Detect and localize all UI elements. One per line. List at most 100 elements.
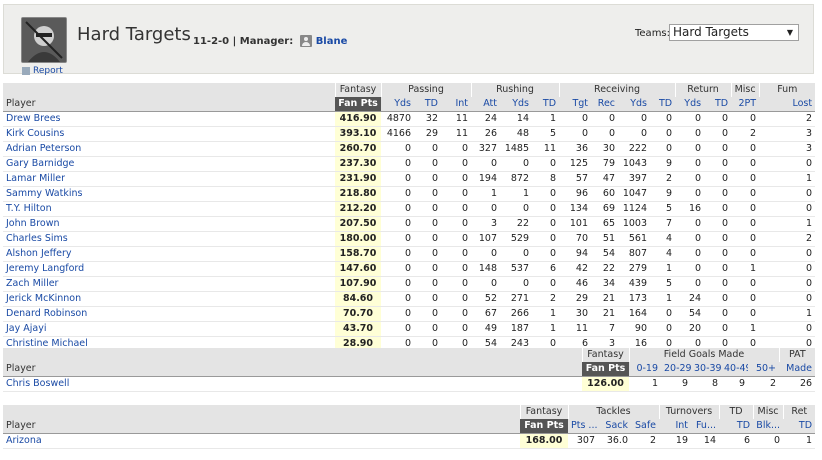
stat-cell: 57 xyxy=(559,171,592,187)
col-ret-td[interactable]: TD xyxy=(704,97,732,112)
defense-group-ret: Ret xyxy=(782,405,816,419)
col-fg-50-plus[interactable]: 50+ xyxy=(748,362,780,377)
stat-cell: 30 xyxy=(591,141,619,157)
col-td[interactable]: TD xyxy=(719,419,754,434)
col-rush-yds[interactable]: Yds xyxy=(500,97,533,112)
player-link[interactable]: Drew Brees xyxy=(3,111,335,127)
col-safe[interactable]: Safe xyxy=(631,419,660,434)
stat-cell: 2 xyxy=(731,126,760,142)
col-rec-yds[interactable]: Yds xyxy=(618,97,651,112)
col-ret-td[interactable]: TD xyxy=(783,419,816,434)
manager-link[interactable]: Blane xyxy=(316,36,348,47)
col-rec-tgt[interactable]: Tgt xyxy=(559,97,592,112)
player-link[interactable]: Kirk Cousins xyxy=(3,126,335,142)
table-row: T.Y. Hilton 212.20 0 0 0 0 0 0 134 69 1124 5 16 0 0 0 xyxy=(3,201,816,217)
stat-cell: 0 xyxy=(650,111,676,127)
stat-cell: 0 xyxy=(731,186,760,202)
col-pass-int[interactable]: Int xyxy=(441,97,472,112)
col-rush-td[interactable]: TD xyxy=(532,97,560,112)
col-pass-yds[interactable]: Yds xyxy=(381,97,414,112)
player-link[interactable]: Sammy Watkins xyxy=(3,186,335,202)
stat-cell: 0 xyxy=(441,231,472,247)
player-link[interactable]: Adrian Peterson xyxy=(3,141,335,157)
player-link[interactable]: John Brown xyxy=(3,216,335,232)
kicker-group-fgm: Field Goals Made xyxy=(628,348,780,362)
col-int[interactable]: Int xyxy=(659,419,692,434)
stat-cell: 0 xyxy=(414,231,441,247)
stat-cell: 872 xyxy=(500,171,533,187)
player-link[interactable]: Charles Sims xyxy=(3,231,335,247)
player-link[interactable]: Alshon Jeffery xyxy=(3,246,335,262)
stat-cell: 0 xyxy=(532,216,560,232)
player-link[interactable]: Jerick McKinnon xyxy=(3,291,335,307)
stat-cell: 0 xyxy=(441,141,472,157)
stat-cell: 69 xyxy=(591,201,619,217)
player-link[interactable]: T.Y. Hilton xyxy=(3,201,335,217)
col-player[interactable]: Player xyxy=(3,362,582,377)
player-link[interactable]: Zach Miller xyxy=(3,276,335,292)
stat-cell: 0 xyxy=(441,321,472,337)
stat-cell: 0 xyxy=(675,186,705,202)
col-misc-2pt[interactable]: 2PT xyxy=(731,97,760,112)
player-link[interactable]: Jeremy Langford xyxy=(3,261,335,277)
col-pts-allowed[interactable]: Pts ... xyxy=(568,419,598,434)
stat-cell: 1047 xyxy=(618,186,651,202)
player-link[interactable]: Gary Barnidge xyxy=(3,156,335,172)
stat-cell: 0 xyxy=(675,231,705,247)
col-sack[interactable]: Sack xyxy=(598,419,631,434)
stat-cell: 96 xyxy=(559,186,592,202)
col-fg-40-49[interactable]: 40-49 xyxy=(721,362,748,377)
offense-group-fum: Fum xyxy=(758,83,816,97)
team-header: Hard Targets 11-2-0 | Manager: Blane Rep… xyxy=(3,4,814,76)
stat-cell: 0 xyxy=(414,306,441,322)
col-player[interactable]: Player xyxy=(3,97,335,112)
col-fum-lost[interactable]: Lost xyxy=(759,97,816,112)
col-pass-td[interactable]: TD xyxy=(414,97,441,112)
table-row: Drew Brees 416.90 4870 32 11 24 14 1 0 0 0 0 0 0 0 2 xyxy=(3,111,816,127)
defense-column-headers: Player Fan Pts Pts ... Sack Safe Int Fu.… xyxy=(3,419,816,434)
col-fan-pts[interactable]: Fan Pts xyxy=(335,97,381,112)
stat-cell: 0 xyxy=(675,216,705,232)
col-rec-td[interactable]: TD xyxy=(650,97,676,112)
col-ret-yds[interactable]: Yds xyxy=(675,97,705,112)
col-fg-0-19[interactable]: 0-19 xyxy=(629,362,661,377)
stat-cell: 279 xyxy=(618,261,651,277)
manager-icon xyxy=(299,35,312,47)
player-link[interactable]: Jay Ajayi xyxy=(3,321,335,337)
stat-cell: 29 xyxy=(414,126,441,142)
stat-cell: 1003 xyxy=(618,216,651,232)
col-fg-20-29[interactable]: 20-29 xyxy=(661,362,691,377)
stat-cell: 107 xyxy=(471,231,501,247)
table-row: Arizona 168.00 307 36.0 2 19 14 6 0 1 xyxy=(3,433,816,449)
stat-cell: 51 xyxy=(591,231,619,247)
teams-dropdown[interactable]: Hard Targets ▼ xyxy=(669,24,799,41)
col-fg-30-39[interactable]: 30-39 xyxy=(691,362,721,377)
col-fumbles[interactable]: Fu... xyxy=(691,419,720,434)
stat-cell: 0 xyxy=(591,111,619,127)
stat-cell: 42 xyxy=(559,261,592,277)
col-fan-pts[interactable]: Fan Pts xyxy=(582,362,629,377)
col-rush-att[interactable]: Att xyxy=(471,97,501,112)
player-link[interactable]: Denard Robinson xyxy=(3,306,335,322)
col-fan-pts[interactable]: Fan Pts xyxy=(520,419,568,434)
stat-cell: 65 xyxy=(591,216,619,232)
col-pat-made[interactable]: Made xyxy=(779,362,816,377)
col-player[interactable]: Player xyxy=(3,419,520,434)
stat-cell: 90 xyxy=(618,321,651,337)
stat-cell: 24 xyxy=(675,291,705,307)
player-link[interactable]: Chris Boswell xyxy=(3,376,582,392)
report-link[interactable]: Report xyxy=(22,66,63,76)
col-rec-rec[interactable]: Rec xyxy=(591,97,619,112)
player-link[interactable]: Lamar Miller xyxy=(3,171,335,187)
col-blk[interactable]: Blk... xyxy=(753,419,784,434)
player-link[interactable]: Arizona xyxy=(3,433,520,449)
stat-cell: 0 xyxy=(731,246,760,262)
fan-pts-cell: 158.70 xyxy=(335,246,381,262)
stat-cell: 52 xyxy=(471,291,501,307)
stat-cell: 1 xyxy=(759,306,816,322)
stat-cell: 3 xyxy=(759,126,816,142)
defense-group-turnovers: Turnovers xyxy=(658,405,720,419)
defense-group-misc: Misc xyxy=(752,405,784,419)
stat-cell: 0 xyxy=(441,246,472,262)
stat-cell: 9 xyxy=(650,156,676,172)
